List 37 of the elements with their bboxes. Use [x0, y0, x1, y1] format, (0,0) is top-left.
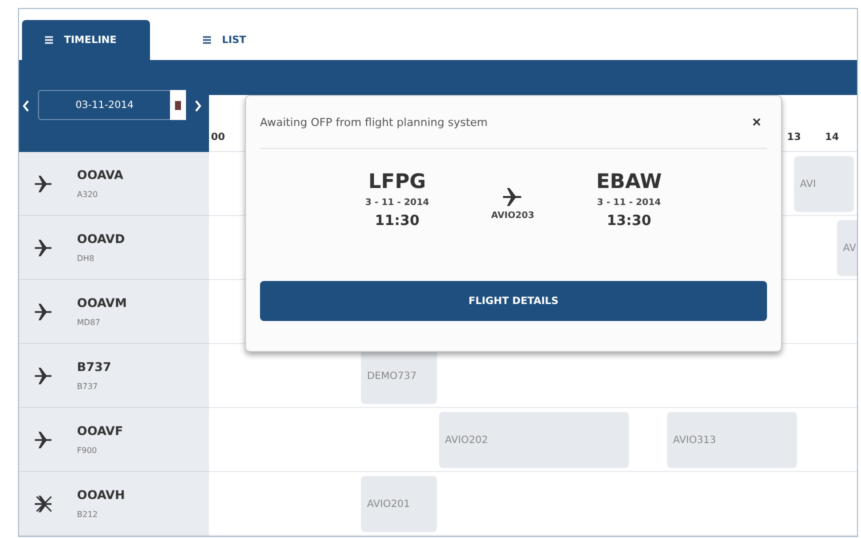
calendar-button[interactable] — [170, 90, 186, 120]
aircraft-row[interactable]: B737 B737 — [19, 344, 209, 408]
flight-details-button[interactable]: FLIGHT DETAILS — [260, 281, 767, 321]
aircraft-type: B737 — [77, 382, 99, 391]
aircraft-registration: OOAVF — [77, 424, 124, 438]
departure-airport: LFPG — [368, 169, 426, 193]
aircraft-registration: B737 — [77, 360, 112, 374]
close-button[interactable]: × — [746, 114, 767, 130]
date-field[interactable]: 03-11-2014 — [38, 90, 186, 120]
aircraft-registration: OOAVH — [77, 488, 125, 502]
aircraft-type: F900 — [77, 446, 98, 455]
aircraft-row[interactable]: OOAVH B212 — [19, 472, 209, 536]
aircraft-type: MD87 — [77, 318, 102, 327]
arrival-airport: EBAW — [596, 169, 662, 193]
aircraft-type: DH8 — [77, 254, 96, 263]
hour-label: 13 — [787, 132, 801, 143]
aircraft-registration: OOAVM — [77, 296, 127, 310]
hour-label: 00 — [211, 132, 225, 143]
aircraft-row[interactable]: OOAVM MD87 — [19, 280, 209, 344]
aircraft-row[interactable]: OOAVD DH8 — [19, 216, 209, 280]
list-icon — [202, 35, 212, 45]
aircraft-type: A320 — [77, 190, 99, 199]
aircraft-registration: OOAVA — [77, 168, 124, 182]
departure-date: 3 - 11 - 2014 — [365, 198, 430, 208]
departure-time: 11:30 — [374, 213, 420, 229]
aircraft-row[interactable]: OOAVA A320 — [19, 152, 209, 216]
flight-number: AVIO203 — [491, 211, 534, 221]
list-icon — [44, 35, 54, 45]
arrival-time: 13:30 — [606, 213, 652, 229]
arrival-date: 3 - 11 - 2014 — [597, 198, 661, 208]
aircraft-registration: OOAVD — [77, 232, 125, 246]
popup-title: Awaiting OFP from flight planning system — [260, 116, 488, 128]
aircraft-row[interactable]: OOAVF F900 — [19, 408, 209, 472]
tab[interactable]: LIST — [180, 20, 268, 60]
hour-label: 14 — [825, 132, 839, 143]
tab[interactable]: TIMELINE — [22, 20, 150, 60]
aircraft-type: B212 — [77, 510, 99, 519]
